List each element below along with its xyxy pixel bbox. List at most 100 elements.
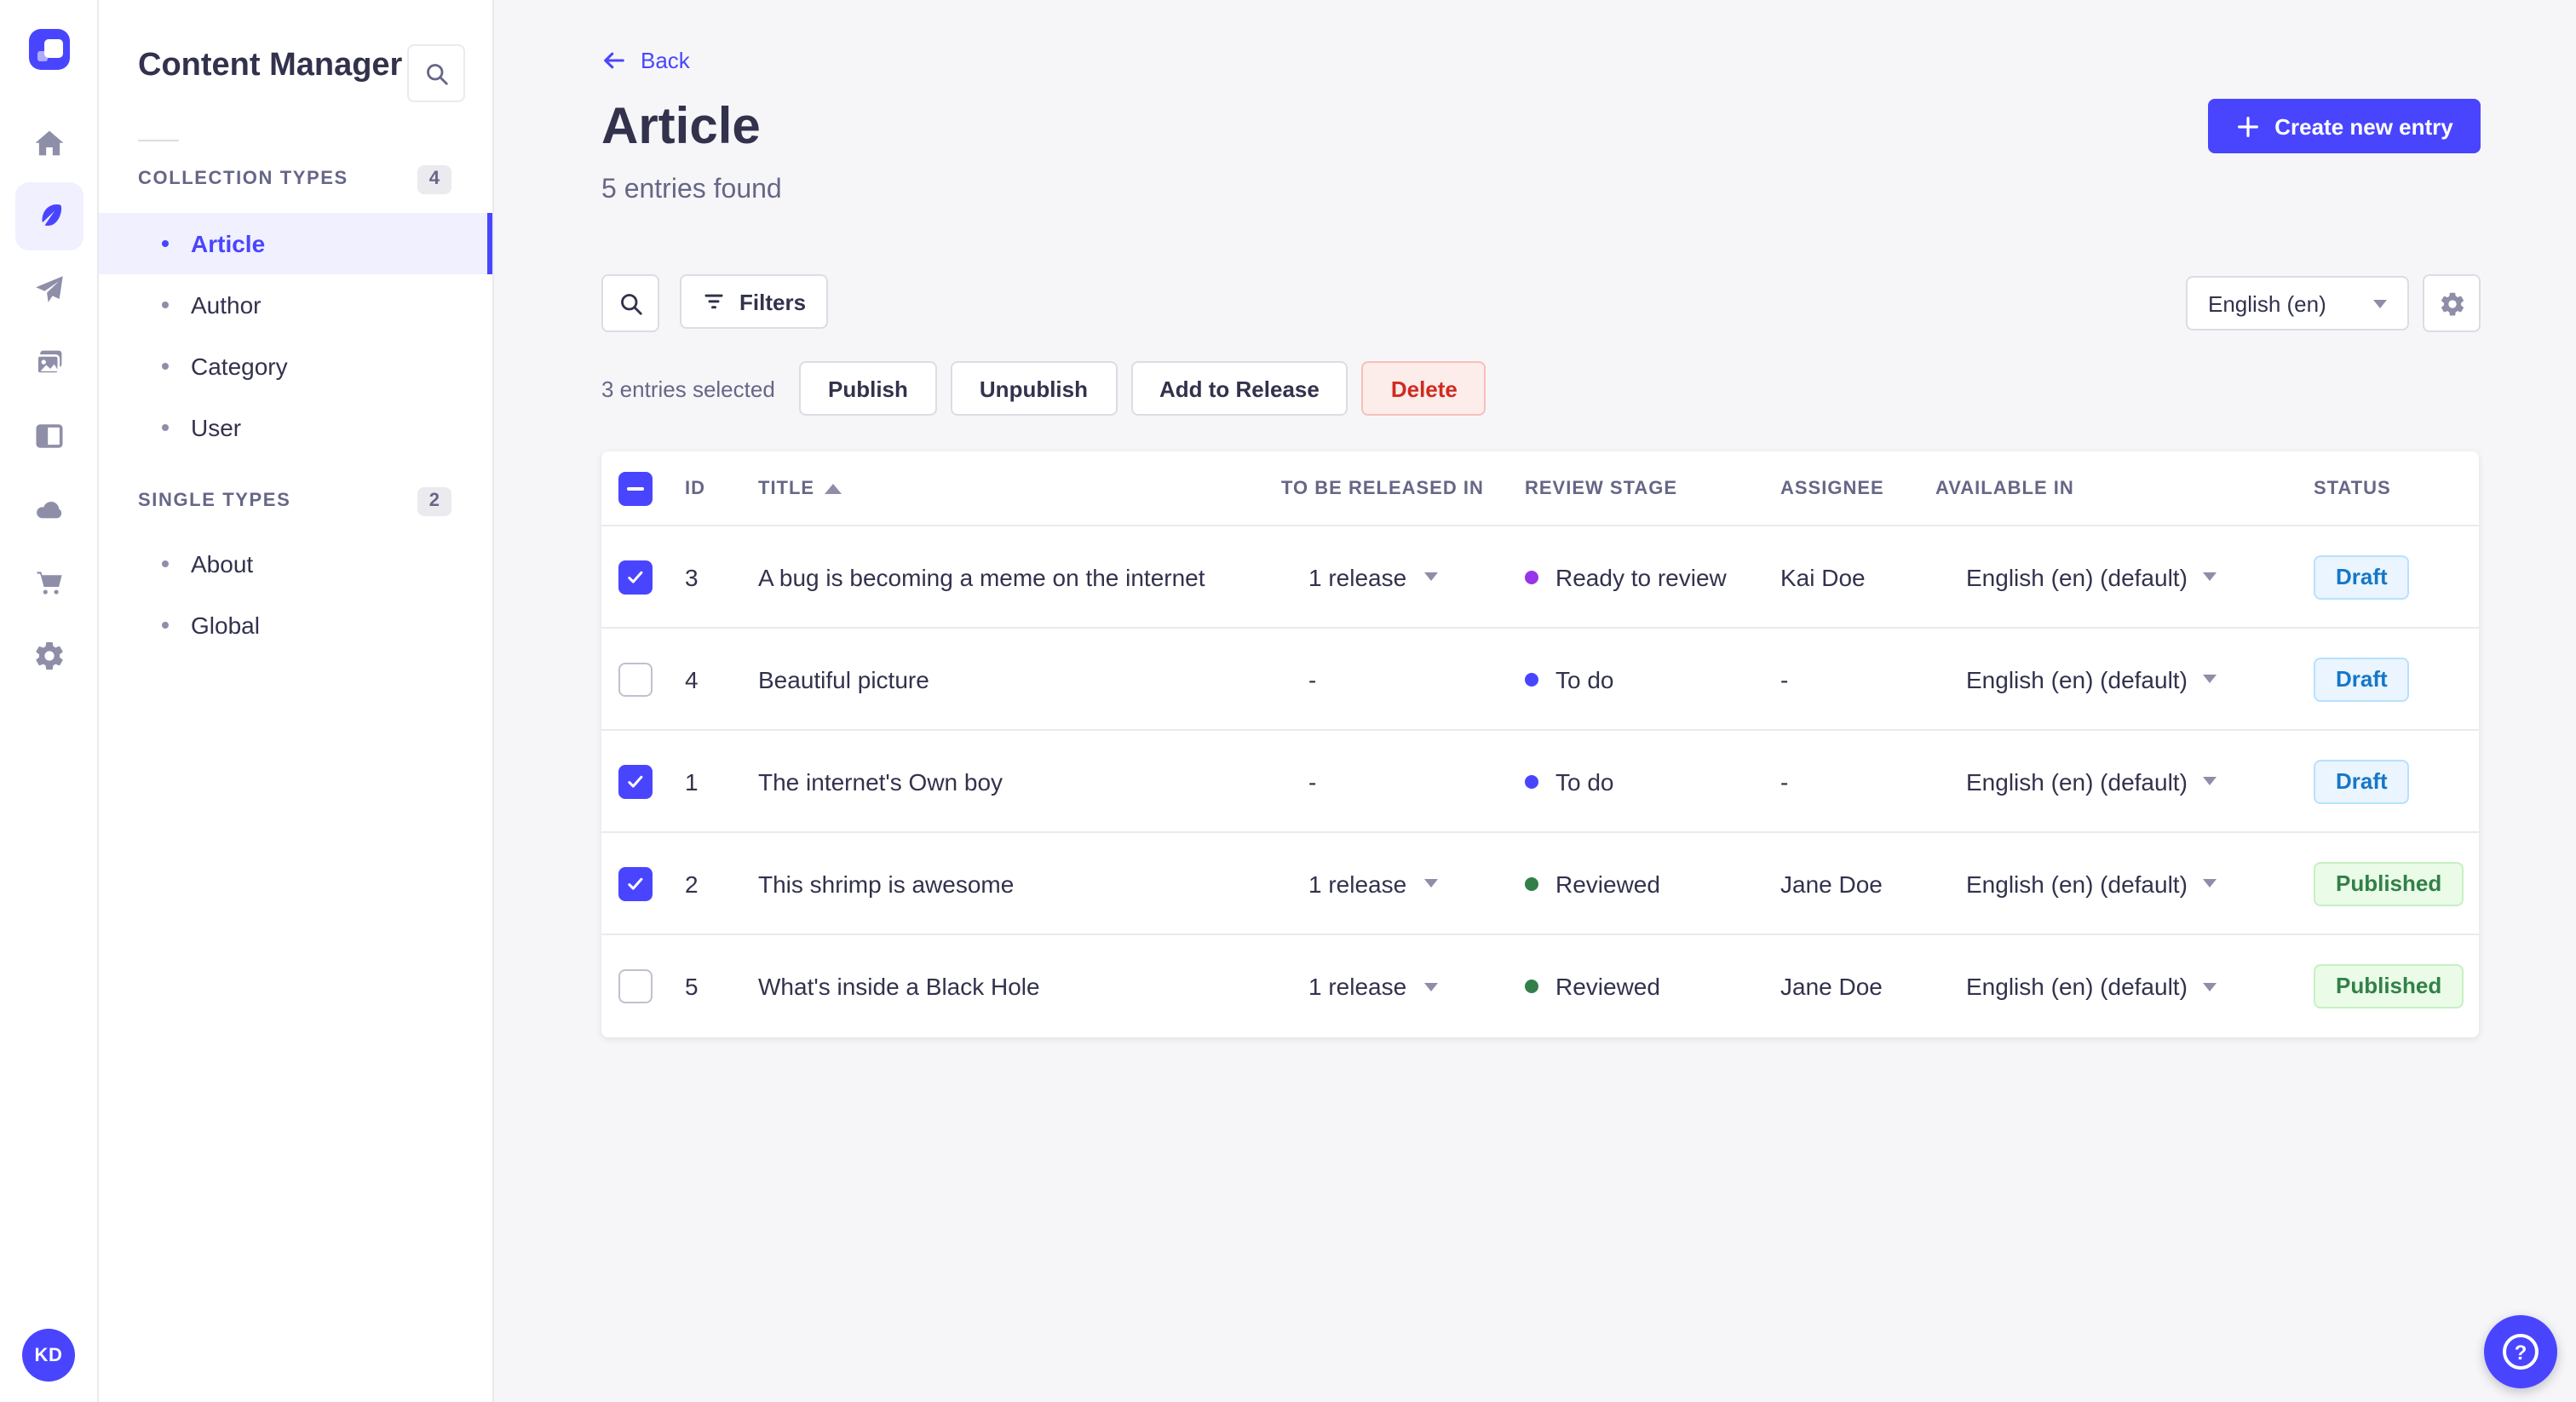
cell-available-in[interactable]: English (en) (default)	[1935, 870, 2314, 897]
app-window: KD Content Manager COLLECTION TYPES 4 Ar…	[0, 0, 2576, 1402]
deploy-cloud-icon[interactable]	[14, 475, 83, 543]
filters-button[interactable]: Filters	[680, 274, 829, 329]
table-row[interactable]: 4 Beautiful picture - To do - English (e…	[601, 629, 2479, 731]
locale-caret	[2202, 675, 2217, 683]
entries-table: ID TITLE TO BE RELEASED IN REVIEW STAGE …	[601, 451, 2479, 1037]
help-button[interactable]: ?	[2484, 1315, 2557, 1388]
divider	[138, 140, 179, 141]
sidebar-search-button[interactable]	[407, 44, 465, 102]
view-settings-button[interactable]	[2423, 274, 2481, 332]
status-badge: Draft	[2314, 554, 2410, 599]
publish-button[interactable]: Publish	[799, 361, 937, 416]
settings-gear-icon[interactable]	[14, 622, 83, 690]
create-entry-label: Create new entry	[2274, 113, 2453, 139]
section-collection-types: COLLECTION TYPES 4	[97, 160, 492, 198]
locale-select[interactable]: English (en)	[2186, 276, 2409, 330]
cell-release[interactable]: -	[1281, 767, 1525, 795]
back-label: Back	[641, 48, 690, 73]
cell-status: Published	[2314, 861, 2479, 905]
home-icon[interactable]	[14, 109, 83, 177]
cell-available-in[interactable]: English (en) (default)	[1935, 665, 2314, 692]
filters-label: Filters	[739, 289, 807, 314]
content-type-builder-icon[interactable]	[14, 402, 83, 470]
column-header-assignee: ASSIGNEE	[1780, 478, 1884, 498]
cell-status: Published	[2314, 964, 2479, 1008]
cell-id: 5	[685, 973, 699, 1000]
table-row[interactable]: 5 What's inside a Black Hole 1 release R…	[601, 935, 2479, 1037]
column-header-id[interactable]: ID	[685, 478, 758, 498]
user-avatar[interactable]: KD	[22, 1329, 75, 1382]
cell-title: Beautiful picture	[758, 665, 929, 692]
cell-status: Draft	[2314, 657, 2479, 701]
section-single-types: SINGLE TYPES 2	[97, 482, 492, 520]
sidebar-item-category[interactable]: Category	[97, 336, 492, 397]
cell-id: 4	[685, 665, 699, 692]
sidebar-item-author[interactable]: Author	[97, 274, 492, 336]
bullet-icon	[162, 363, 169, 370]
cell-review-stage: To do	[1525, 767, 1780, 795]
sidebar-item-about[interactable]: About	[97, 533, 492, 595]
cell-available-in[interactable]: English (en) (default)	[1935, 973, 2314, 1000]
sort-asc-icon	[825, 483, 842, 493]
search-icon	[426, 63, 447, 84]
stage-dot	[1525, 980, 1538, 993]
sidebar-item-article[interactable]: Article	[97, 213, 492, 274]
marketplace-cart-icon[interactable]	[14, 549, 83, 617]
locale-value: English (en)	[2208, 290, 2326, 316]
sidebar-item-user[interactable]: User	[97, 397, 492, 458]
add-to-release-button[interactable]: Add to Release	[1130, 361, 1348, 416]
cell-review-stage: Reviewed	[1525, 870, 1780, 897]
cell-title: A bug is becoming a meme on the internet	[758, 563, 1205, 590]
content-manager-icon[interactable]	[14, 182, 83, 250]
sidebar-item-global[interactable]: Global	[97, 595, 492, 656]
table-row[interactable]: 3 A bug is becoming a meme on the intern…	[601, 526, 2479, 629]
create-entry-button[interactable]: Create new entry	[2208, 99, 2481, 153]
bullet-icon	[162, 560, 169, 567]
selection-count: 3 entries selected	[601, 376, 775, 401]
media-library-icon[interactable]	[14, 329, 83, 397]
stage-dot	[1525, 570, 1538, 583]
bullet-icon	[162, 424, 169, 431]
back-link[interactable]: Back	[601, 48, 690, 73]
cell-id: 3	[685, 563, 699, 590]
row-checkbox[interactable]	[618, 866, 653, 900]
locale-caret	[2202, 777, 2217, 785]
page-title: Article	[601, 99, 761, 155]
releases-icon[interactable]	[14, 256, 83, 324]
cell-release[interactable]: 1 release	[1281, 870, 1525, 897]
release-caret	[1423, 572, 1438, 581]
search-button[interactable]	[601, 274, 659, 332]
cell-release[interactable]: 1 release	[1281, 563, 1525, 590]
cell-available-in[interactable]: English (en) (default)	[1935, 563, 2314, 590]
sidebar-item-label: Category	[191, 353, 288, 380]
filter-icon	[704, 294, 723, 309]
sidebar-item-label: Article	[191, 230, 266, 257]
bullet-icon	[162, 240, 169, 247]
row-checkbox[interactable]	[618, 662, 653, 696]
status-badge: Draft	[2314, 759, 2410, 803]
row-checkbox[interactable]	[618, 764, 653, 798]
cell-release[interactable]: -	[1281, 665, 1525, 692]
delete-button[interactable]: Delete	[1361, 361, 1486, 416]
cell-release[interactable]: 1 release	[1281, 973, 1525, 1000]
select-all-checkbox[interactable]	[618, 471, 653, 505]
cell-available-in[interactable]: English (en) (default)	[1935, 767, 2314, 795]
cell-id: 1	[685, 767, 699, 795]
table-row[interactable]: 2 This shrimp is awesome 1 release Revie…	[601, 833, 2479, 935]
gear-icon	[2440, 291, 2464, 315]
cell-assignee: -	[1780, 767, 1789, 795]
strapi-logo[interactable]	[29, 29, 70, 70]
cell-assignee: Jane Doe	[1780, 870, 1883, 897]
cell-review-stage: Ready to review	[1525, 563, 1780, 590]
cell-review-stage: Reviewed	[1525, 973, 1780, 1000]
cell-status: Draft	[2314, 759, 2479, 803]
row-checkbox[interactable]	[618, 560, 653, 594]
locale-caret	[2202, 879, 2217, 888]
table-row[interactable]: 1 The internet's Own boy - To do - Engli…	[601, 731, 2479, 833]
row-checkbox[interactable]	[618, 969, 653, 1003]
arrow-left-icon	[604, 52, 624, 69]
stage-dot	[1525, 672, 1538, 686]
locale-caret	[2202, 572, 2217, 581]
unpublish-button[interactable]: Unpublish	[950, 361, 1117, 416]
column-header-title[interactable]: TITLE	[758, 478, 1281, 498]
